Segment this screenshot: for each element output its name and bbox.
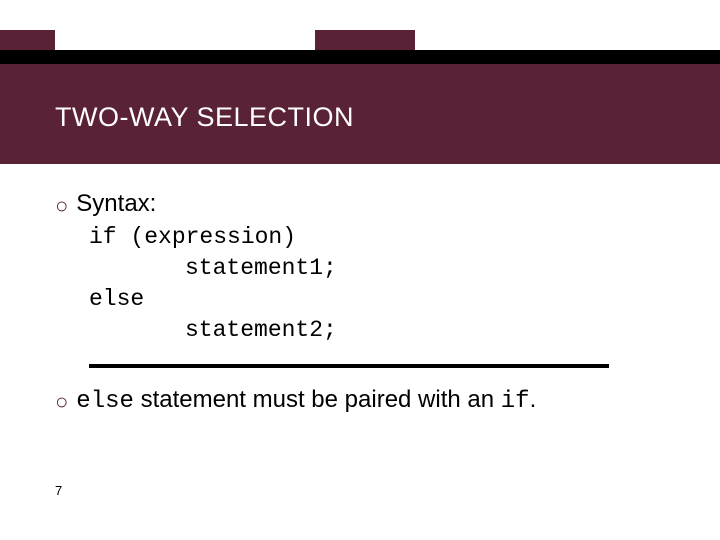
bullet-text: Syntax: <box>76 190 156 218</box>
code-line: else <box>89 284 680 315</box>
slide: TWO-WAY SELECTION ○ Syntax: if (expressi… <box>0 0 720 540</box>
accent-segment <box>315 30 415 50</box>
top-black-bar <box>0 50 720 64</box>
note-tail: . <box>530 386 537 413</box>
accent-gap <box>415 30 720 50</box>
bullet-icon: ○ <box>55 195 68 217</box>
page-number: 7 <box>55 483 62 498</box>
title-band: TWO-WAY SELECTION <box>0 64 720 164</box>
code-line: if (expression) <box>89 222 680 253</box>
accent-segment <box>0 30 55 50</box>
code-line: statement1; <box>89 253 680 284</box>
slide-title: TWO-WAY SELECTION <box>55 102 720 133</box>
accent-gap <box>55 30 315 50</box>
code-line: statement2; <box>89 315 680 346</box>
note-mid: statement must be paired with an <box>134 386 501 413</box>
slide-body: ○ Syntax: if (expression) statement1; el… <box>55 190 680 419</box>
bullet-icon: ○ <box>55 391 68 413</box>
bullet-text: else statement must be paired with an if… <box>76 386 536 415</box>
keyword-if: if <box>501 388 530 415</box>
bullet-item: ○ Syntax: <box>55 190 680 218</box>
top-accent-bar <box>0 30 720 50</box>
bullet-item: ○ else statement must be paired with an … <box>55 386 680 415</box>
keyword-else: else <box>76 388 134 415</box>
divider <box>89 364 609 368</box>
code-block: if (expression) statement1; else stateme… <box>89 222 680 346</box>
